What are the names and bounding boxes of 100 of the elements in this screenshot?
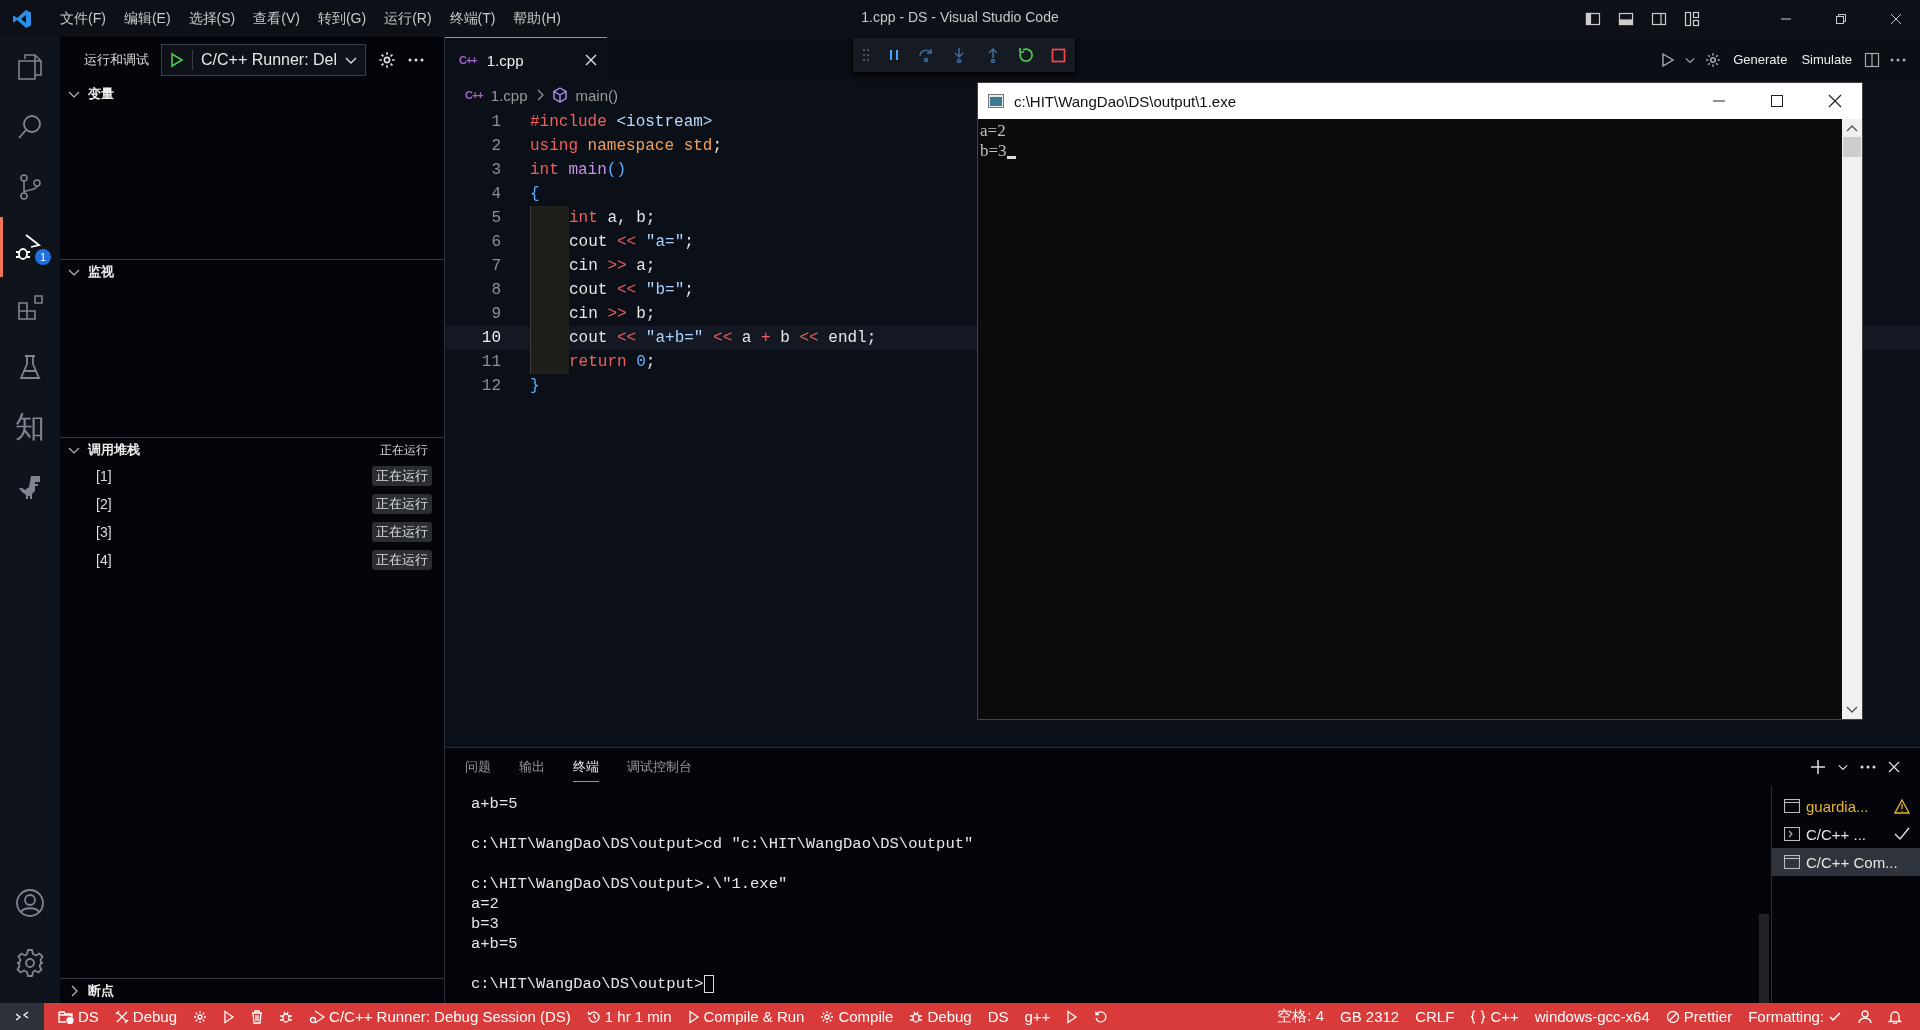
step-over-icon[interactable]: [918, 47, 935, 63]
stop-icon[interactable]: [1051, 47, 1067, 63]
settings-icon[interactable]: [15, 948, 45, 978]
status-item[interactable]: Debug: [901, 1003, 980, 1030]
terminal-list-item[interactable]: C/C++ Com...: [1772, 848, 1920, 876]
more-icon[interactable]: [1890, 57, 1906, 62]
status-item[interactable]: Compile: [812, 1003, 902, 1030]
remote-button[interactable]: [0, 1003, 44, 1030]
window-title: 1.cpp - DS - Visual Studio Code: [861, 9, 1059, 25]
add-icon[interactable]: [1810, 759, 1826, 775]
toolbar-button[interactable]: Generate: [1731, 50, 1790, 69]
bug-icon: [909, 1009, 924, 1024]
layout-icon[interactable]: [1684, 10, 1700, 27]
breadcrumb-item[interactable]: 1.cpp: [490, 86, 528, 104]
files-icon[interactable]: [16, 53, 44, 81]
code-line: int a, b;: [569, 209, 656, 227]
secondary-sidebar-icon[interactable]: [1651, 10, 1667, 27]
start-debug-icon[interactable]: [170, 51, 184, 68]
line-number: 5: [490, 209, 501, 227]
status-item[interactable]: Debug: [106, 1003, 186, 1030]
knowledge-icon[interactable]: 知: [15, 412, 45, 442]
run-icon[interactable]: [1661, 51, 1676, 68]
menu-item[interactable]: 查看(V): [245, 6, 308, 31]
line-number: 11: [480, 353, 501, 371]
sidebar-toggle-icon[interactable]: [1585, 10, 1601, 27]
status-item[interactable]: C++: [1462, 1003, 1527, 1030]
terminal-list-item[interactable]: C/C++ ...: [1772, 820, 1920, 848]
more-icon[interactable]: [1860, 765, 1876, 769]
more-icon[interactable]: [408, 57, 425, 62]
thread-label[interactable]: [4]: [96, 552, 112, 568]
restart-icon[interactable]: [1018, 47, 1035, 63]
bell-icon: [1888, 1009, 1902, 1024]
line-number: 9: [490, 305, 501, 323]
account-icon[interactable]: [15, 888, 45, 918]
play-icon: [1066, 1009, 1079, 1024]
panel-tab[interactable]: 调试控制台: [627, 752, 692, 782]
breadcrumb-item[interactable]: main(): [575, 86, 618, 104]
tools-icon: [114, 1009, 129, 1024]
menu-item[interactable]: 帮助(H): [505, 6, 569, 31]
section-title[interactable]: 调用堆栈: [88, 441, 140, 459]
close-icon[interactable]: [1828, 94, 1842, 108]
launch-config-dropdown[interactable]: C/C++ Runner: Del: [161, 43, 367, 76]
extensions-icon[interactable]: [16, 293, 44, 321]
panel-tab[interactable]: 输出: [519, 752, 545, 782]
app-logo: [12, 8, 32, 29]
line-number: 8: [490, 281, 501, 299]
status-item[interactable]: CRLF: [1407, 1003, 1463, 1030]
status-item[interactable]: DS: [50, 1003, 107, 1030]
menu-item[interactable]: 终端(T): [441, 6, 504, 31]
terminal-line: a=2: [471, 894, 499, 914]
chevron-right-icon: [535, 89, 544, 101]
menu-item[interactable]: 文件(F): [52, 6, 114, 31]
status-item[interactable]: C/C++ Runner: Debug Session (DS): [301, 1003, 579, 1030]
scrollbar-thumb[interactable]: [1759, 914, 1769, 1003]
status-item[interactable]: Prettier: [1657, 1003, 1741, 1030]
scroll-up-icon[interactable]: [1846, 123, 1858, 133]
thread-label[interactable]: [3]: [96, 524, 112, 540]
code-line: }: [530, 377, 540, 395]
status-item[interactable]: 1 hr 1 min: [578, 1003, 680, 1030]
status-item[interactable]: g++: [1016, 1003, 1059, 1030]
section-title[interactable]: 变量: [88, 85, 114, 103]
toolbar-button[interactable]: Simulate: [1799, 50, 1854, 69]
thread-label[interactable]: [2]: [96, 496, 112, 512]
scroll-down-icon[interactable]: [1846, 705, 1858, 715]
code-line: cin >> b;: [569, 305, 656, 323]
line-number: 7: [490, 257, 501, 275]
menu-item[interactable]: 转到(G): [309, 6, 375, 31]
person-icon: [1858, 1009, 1872, 1024]
menu-item[interactable]: 编辑(E): [115, 6, 179, 31]
running-tag: 正在运行: [372, 494, 432, 514]
terminal-list-item[interactable]: guardia...: [1772, 792, 1920, 820]
code-line: {: [530, 185, 540, 203]
panel-tab[interactable]: 问题: [465, 752, 491, 782]
thread-label[interactable]: [1]: [96, 468, 112, 484]
blocked-icon: [1665, 1009, 1680, 1024]
drag-handle-icon[interactable]: [861, 48, 870, 62]
chevron-down-icon[interactable]: [1838, 762, 1848, 772]
status-item[interactable]: Compile & Run: [679, 1003, 813, 1030]
maximize-icon[interactable]: [1770, 94, 1784, 108]
section-title[interactable]: 监视: [88, 263, 114, 281]
status-item[interactable]: Formatting:: [1740, 1003, 1850, 1030]
status-item[interactable]: 空格: 4: [1269, 1003, 1332, 1030]
running-tag: 正在运行: [372, 466, 432, 486]
menu-item[interactable]: 运行(R): [376, 6, 440, 31]
gear-icon[interactable]: [1705, 51, 1722, 68]
search-icon[interactable]: [16, 113, 44, 141]
terminal-line: a+b=5: [471, 794, 518, 814]
section-title[interactable]: 断点: [88, 982, 114, 1000]
panel-tab[interactable]: 终端: [573, 752, 599, 782]
status-item[interactable]: windows-gcc-x64: [1526, 1003, 1658, 1030]
panel-toggle-icon[interactable]: [1618, 10, 1634, 27]
status-item[interactable]: DS: [979, 1003, 1017, 1030]
status-item[interactable]: GB 2312: [1332, 1003, 1408, 1030]
split-editor-icon[interactable]: [1864, 51, 1880, 68]
menu-item[interactable]: 选择(S): [180, 6, 244, 31]
scrollbar-thumb[interactable]: [1843, 137, 1861, 157]
code-line: int main(): [530, 161, 626, 179]
play-icon: [687, 1009, 700, 1024]
terminal-line: a+b=5: [471, 934, 518, 954]
restore-icon[interactable]: [1835, 12, 1847, 25]
